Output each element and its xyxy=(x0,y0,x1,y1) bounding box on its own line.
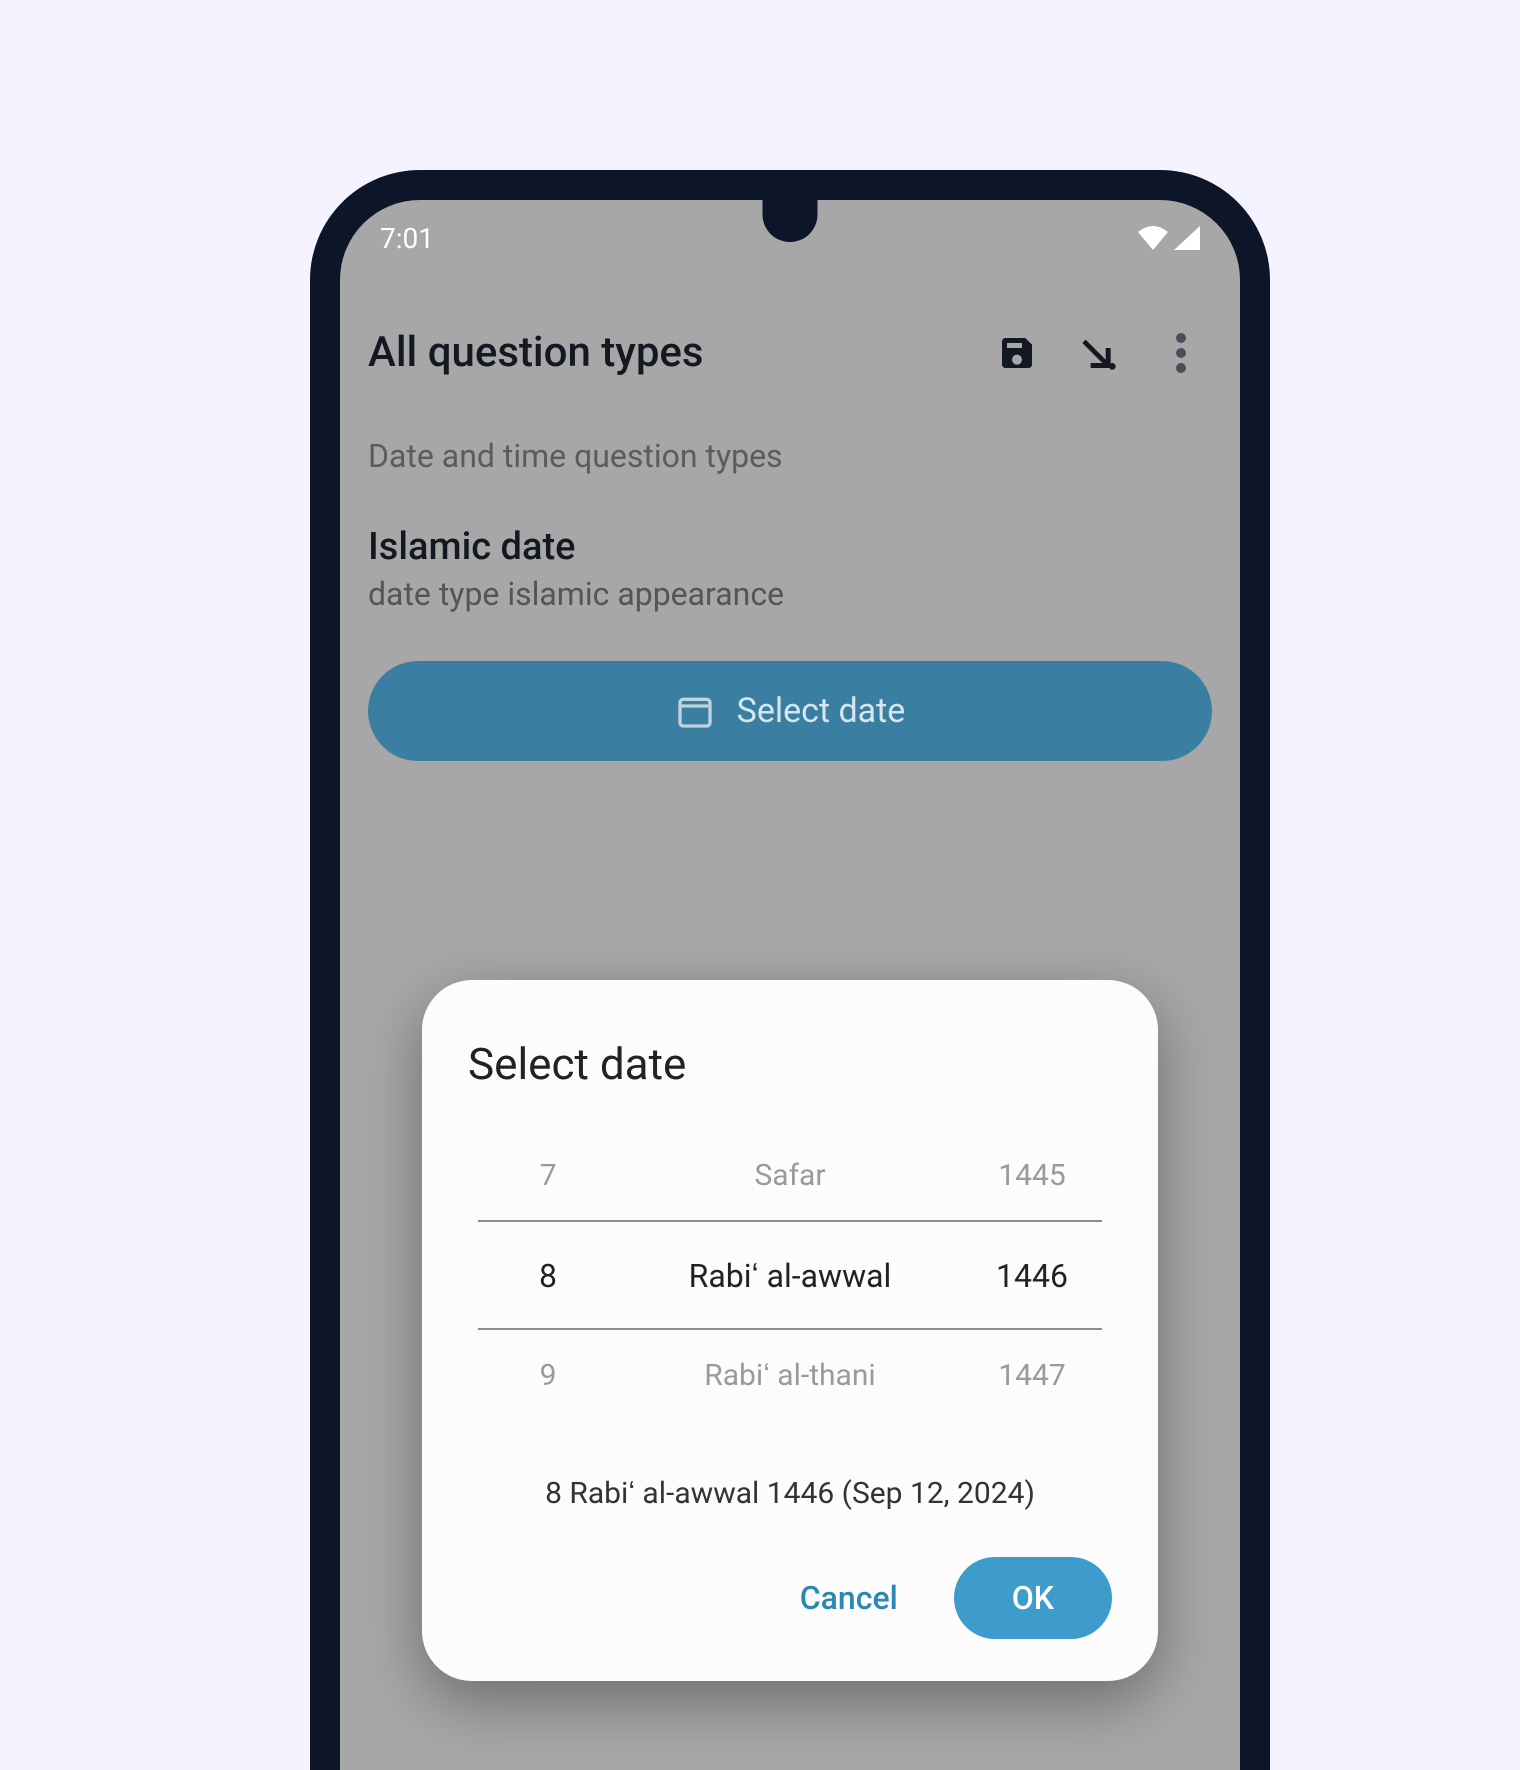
question-title: Islamic date xyxy=(340,475,1240,569)
arrow-down-right-icon xyxy=(1079,333,1119,373)
save-button[interactable] xyxy=(996,332,1038,374)
year-prev[interactable]: 1445 xyxy=(962,1158,1102,1193)
year-next[interactable]: 1447 xyxy=(962,1358,1102,1393)
ok-button[interactable]: OK xyxy=(954,1557,1112,1639)
status-icons xyxy=(1138,226,1200,250)
year-current[interactable]: 1446 xyxy=(962,1256,1102,1295)
wifi-icon xyxy=(1138,226,1168,250)
dialog-title: Select date xyxy=(468,1038,1112,1090)
app-bar-actions xyxy=(996,332,1212,374)
phone-side-button xyxy=(1266,1000,1270,1180)
day-next[interactable]: 9 xyxy=(478,1358,618,1393)
phone-side-button xyxy=(1266,870,1270,965)
page-card: 7:01 All question types xyxy=(30,20,1490,1708)
day-current[interactable]: 8 xyxy=(478,1256,618,1295)
cell-signal-icon xyxy=(1174,226,1200,250)
selected-date-summary: 8 Rabiʻ al-awwal 1446 (Sep 12, 2024) xyxy=(468,1476,1112,1511)
save-icon xyxy=(997,333,1037,373)
app-bar: All question types xyxy=(340,258,1240,377)
page-title: All question types xyxy=(368,328,704,377)
date-spinner[interactable]: 7 Safar 1445 8 Rabiʻ al-awwal 1446 9 Rab… xyxy=(478,1130,1102,1420)
select-date-label: Select date xyxy=(737,691,906,731)
overflow-menu-button[interactable] xyxy=(1160,332,1202,374)
section-label: Date and time question types xyxy=(340,377,1240,475)
phone-frame: 7:01 All question types xyxy=(310,170,1270,1770)
month-prev[interactable]: Safar xyxy=(642,1158,938,1193)
phone-side-button xyxy=(1266,1200,1270,1380)
more-vert-icon xyxy=(1176,333,1186,373)
question-subtitle: date type islamic appearance xyxy=(340,569,1240,613)
phone-screen: 7:01 All question types xyxy=(340,200,1240,1770)
dialog-actions: Cancel OK xyxy=(468,1557,1112,1639)
month-next[interactable]: Rabiʻ al-thani xyxy=(642,1358,938,1393)
month-current[interactable]: Rabiʻ al-awwal xyxy=(642,1256,938,1295)
calendar-icon xyxy=(675,691,715,731)
cancel-button[interactable]: Cancel xyxy=(800,1579,898,1617)
date-picker-dialog: Select date 7 Safar 1445 8 Rabiʻ al-awwa… xyxy=(422,980,1158,1681)
select-date-button[interactable]: Select date xyxy=(368,661,1212,761)
status-time: 7:01 xyxy=(380,222,434,255)
jump-button[interactable] xyxy=(1078,332,1120,374)
day-prev[interactable]: 7 xyxy=(478,1158,618,1193)
